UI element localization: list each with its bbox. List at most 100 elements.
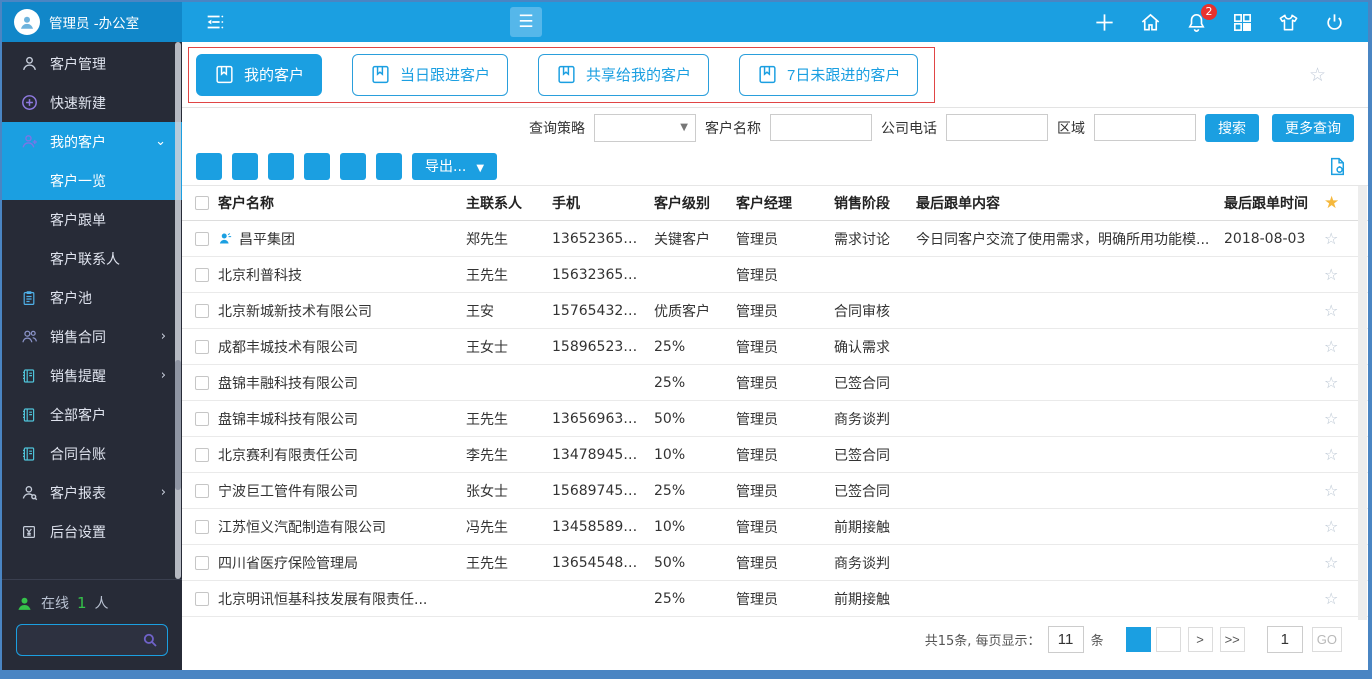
table-row[interactable]: 盘锦丰城科技有限公司 王先生 13656963265 50% 管理员 商务谈判 … [182,401,1368,437]
sidebar-item[interactable]: 我的客户 ⌄ [2,122,182,161]
sidebar-scrollbar-track[interactable] [175,42,181,579]
view-tab[interactable]: 我的客户 [196,53,323,96]
view-tab[interactable]: 7日未跟进的客户 [739,53,919,96]
table-row[interactable]: 盘锦丰融科技有限公司 25% 管理员 已签合同 ☆ [182,365,1368,401]
table-body: 昌平集团 郑先生 13652365896 关键客户 管理员 需求讨论 今日同客户… [182,221,1368,617]
page-number-button[interactable] [1155,626,1181,652]
column-settings-icon[interactable] [1327,156,1348,177]
add-icon[interactable] [1093,11,1116,34]
menu-collapse-icon[interactable] [204,11,226,33]
customer-name[interactable]: 四川省医疗保险管理局 [218,553,358,573]
row-checkbox[interactable] [195,447,209,462]
customer-name[interactable]: 北京利普科技 [218,265,302,285]
chevron-icon: ⌄ [155,134,166,149]
table-scrollbar-track[interactable] [1358,186,1367,620]
table-row[interactable]: 昌平集团 郑先生 13652365896 关键客户 管理员 需求讨论 今日同客户… [182,221,1368,257]
next-page-button[interactable]: > [1187,626,1213,652]
table-row[interactable]: 北京赛利有限责任公司 李先生 13478945632 10% 管理员 已签合同 … [182,437,1368,473]
col-header-date[interactable]: 最后跟单时间 [1224,193,1324,213]
customer-name[interactable]: 北京新城新技术有限公司 [218,301,372,321]
sidebar-item[interactable]: 客户跟单 [2,200,182,239]
toolbar-button[interactable] [304,152,330,180]
toolbar-button[interactable] [232,152,258,180]
customer-name[interactable]: 宁波巨工管件有限公司 [218,481,358,501]
table-row[interactable]: 江苏恒义汽配制造有限公司 冯先生 13458589874 10% 管理员 前期接… [182,509,1368,545]
view-tab[interactable]: 共享给我的客户 [538,53,710,96]
col-header-mobile[interactable]: 手机 [552,193,654,213]
sidebar-item[interactable]: 销售提醒 › [2,356,182,395]
customer-name[interactable]: 昌平集团 [239,229,295,249]
row-checkbox[interactable] [195,519,209,534]
theme-shirt-icon[interactable] [1277,11,1300,34]
row-checkbox[interactable] [195,339,209,354]
search-icon[interactable] [141,631,159,649]
toolbar-button[interactable] [196,152,222,180]
row-checkbox[interactable] [195,303,209,318]
row-checkbox[interactable] [195,555,209,570]
page-size-input[interactable] [1047,625,1084,653]
col-header-manager[interactable]: 客户经理 [736,193,834,213]
customer-name[interactable]: 成都丰城技术有限公司 [218,337,358,357]
sidebar-item-icon [20,368,38,384]
row-checkbox[interactable] [195,411,209,426]
table-row[interactable]: 北京新城新技术有限公司 王安 15765432187 优质客户 管理员 合同审核… [182,293,1368,329]
strategy-select[interactable]: ▼ [594,113,696,142]
customer-name[interactable]: 盘锦丰融科技有限公司 [218,373,358,393]
power-icon[interactable] [1323,11,1346,34]
sidebar-item[interactable]: 客户一览 [2,161,182,200]
row-checkbox[interactable] [195,591,209,606]
user-area[interactable]: 管理员 -办公室 [2,2,182,42]
notifications-icon[interactable]: 2 [1185,3,1217,34]
sidebar-item[interactable]: 合同台账 [2,434,182,473]
sidebar-item[interactable]: 后台设置 [2,512,182,551]
col-header-name[interactable]: 客户名称 [218,193,466,213]
col-header-level[interactable]: 客户级别 [654,193,736,213]
sidebar-item[interactable]: 客户报表 › [2,473,182,512]
customer-name[interactable]: 江苏恒义汽配制造有限公司 [218,517,386,537]
home-icon[interactable] [1139,11,1162,34]
export-button[interactable]: 导出... ▼ [412,152,498,180]
sidebar-scrollbar-thumb[interactable] [175,360,181,490]
mobile-number: 13654548579 [552,554,650,571]
region-input[interactable] [1094,114,1196,141]
goto-page-input[interactable] [1266,625,1303,653]
table-row[interactable]: 北京明讯恒基科技发展有限责任... 25% 管理员 前期接触 ☆ [182,581,1368,617]
sidebar-item[interactable]: 快速新建 [2,83,182,122]
apps-grid-icon[interactable] [1231,11,1254,34]
menu-more-icon[interactable]: ☰ [510,7,542,37]
table-row[interactable]: 北京利普科技 王先生 15632365236 管理员 ☆ [182,257,1368,293]
select-all-checkbox[interactable] [195,196,209,210]
row-checkbox[interactable] [195,267,209,282]
favorite-star-icon[interactable]: ☆ [1309,64,1326,86]
toolbar-button[interactable] [268,152,294,180]
customer-name-input[interactable] [770,114,872,141]
row-checkbox[interactable] [195,483,209,498]
table-row[interactable]: 成都丰城技术有限公司 王女士 15896523698 25% 管理员 确认需求 … [182,329,1368,365]
toolbar-button[interactable] [376,152,402,180]
sidebar-item[interactable]: 客户联系人 [2,239,182,278]
sidebar-item[interactable]: 客户管理 [2,44,182,83]
sales-stage: 已签合同 [834,483,890,500]
row-checkbox[interactable] [195,231,209,246]
row-checkbox[interactable] [195,375,209,390]
customer-name[interactable]: 盘锦丰城科技有限公司 [218,409,358,429]
view-tab[interactable]: 当日跟进客户 [352,53,509,96]
col-header-content[interactable]: 最后跟单内容 [916,193,1224,213]
customer-name[interactable]: 北京明讯恒基科技发展有限责任... [218,589,427,609]
search-button[interactable]: 搜索 [1205,113,1259,142]
go-button[interactable]: GO [1311,626,1342,652]
company-phone-input[interactable] [946,114,1048,141]
sidebar-item[interactable]: 客户池 [2,278,182,317]
table-row[interactable]: 宁波巨工管件有限公司 张女士 15689745612 25% 管理员 已签合同 … [182,473,1368,509]
page-size-unit: 条 [1090,633,1104,649]
last-page-button[interactable]: >> [1219,626,1245,652]
table-row[interactable]: 四川省医疗保险管理局 王先生 13654548579 50% 管理员 商务谈判 … [182,545,1368,581]
sidebar-item[interactable]: 全部客户 [2,395,182,434]
toolbar-button[interactable] [340,152,366,180]
page-number-button[interactable] [1125,626,1151,652]
col-header-contact[interactable]: 主联系人 [466,193,552,213]
col-header-stage[interactable]: 销售阶段 [834,193,916,213]
customer-name[interactable]: 北京赛利有限责任公司 [218,445,358,465]
sidebar-item[interactable]: 销售合同 › [2,317,182,356]
more-query-button[interactable]: 更多查询 [1272,113,1354,142]
